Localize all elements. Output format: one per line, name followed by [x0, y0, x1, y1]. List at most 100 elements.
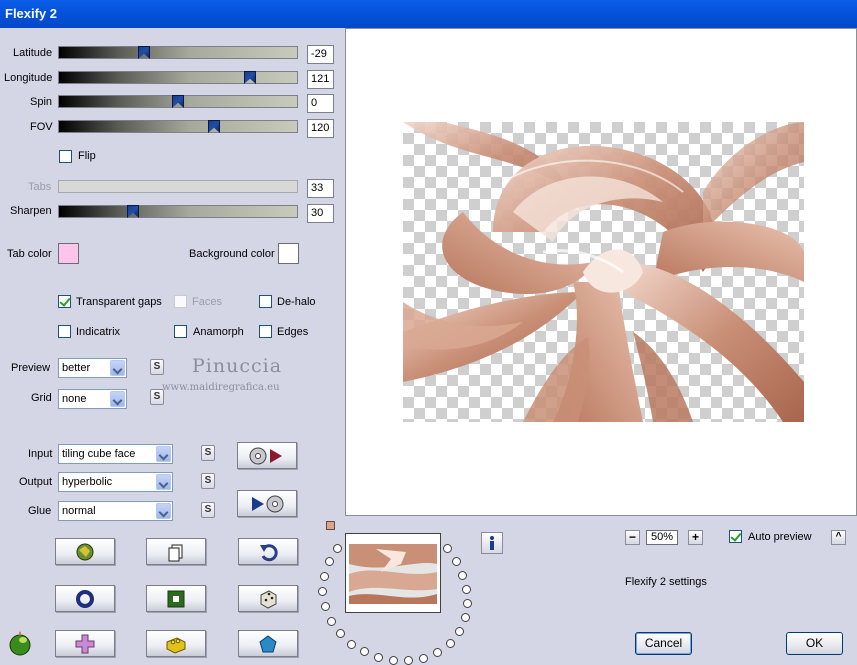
longitude-value[interactable]: 121 — [307, 70, 334, 89]
load-input-button[interactable] — [237, 442, 297, 469]
glue-select[interactable]: normal — [58, 501, 173, 521]
tabs-value[interactable]: 33 — [307, 179, 334, 198]
slider-thumb[interactable] — [244, 71, 256, 84]
sharpen-value[interactable]: 30 — [307, 204, 334, 223]
ring-dot — [389, 656, 398, 665]
preview-s-button[interactable]: S — [150, 359, 164, 375]
save-output-button[interactable] — [237, 490, 297, 517]
slider-thumb[interactable] — [208, 120, 220, 133]
square-frame-icon — [167, 590, 185, 607]
navigator-thumbnail[interactable] — [345, 533, 441, 613]
edges-checkbox[interactable] — [259, 325, 272, 338]
ring-dot — [419, 654, 428, 663]
pear-logo-icon — [9, 631, 31, 656]
undo-icon — [260, 543, 278, 561]
input-label: Input — [28, 448, 53, 460]
glue-s-button[interactable]: S — [201, 502, 215, 518]
ok-button[interactable]: OK — [786, 632, 843, 655]
preview-image — [403, 122, 804, 422]
sharpen-slider[interactable] — [58, 205, 298, 218]
slider-thumb[interactable] — [172, 95, 184, 108]
pentagon-button[interactable] — [238, 630, 298, 657]
anamorph-label: Anamorph — [193, 326, 244, 338]
tab-color-swatch[interactable] — [58, 243, 79, 264]
output-value: hyperbolic — [62, 476, 113, 488]
preview-pane[interactable] — [345, 28, 857, 516]
info-button[interactable] — [481, 532, 503, 554]
brick-button[interactable] — [146, 630, 206, 657]
ring-dot — [360, 647, 369, 656]
transparent-gaps-checkbox[interactable] — [58, 295, 71, 308]
chevron-down-icon[interactable] — [156, 474, 171, 490]
globe-icon — [76, 543, 94, 560]
tabs-label: Tabs — [28, 181, 52, 193]
flip-checkbox[interactable] — [59, 150, 72, 163]
latitude-value[interactable]: -29 — [307, 45, 334, 64]
dice-icon — [260, 589, 277, 609]
latitude-slider[interactable] — [58, 46, 298, 59]
faces-checkbox — [174, 295, 187, 308]
settings-name: Flexify 2 settings — [625, 576, 707, 588]
background-color-label: Background color — [189, 248, 275, 260]
anamorph-checkbox[interactable] — [174, 325, 187, 338]
chevron-down-icon[interactable] — [110, 360, 125, 376]
ring-dot — [333, 544, 342, 553]
glue-value: normal — [62, 505, 96, 517]
chevron-down-icon[interactable] — [110, 391, 125, 407]
indicatrix-label: Indicatrix — [76, 326, 121, 338]
preview-quality-value: better — [62, 362, 91, 374]
randomize-globe-button[interactable] — [55, 538, 115, 565]
square-frame-button[interactable] — [146, 585, 206, 612]
ring-icon — [76, 589, 94, 608]
chevron-down-icon[interactable] — [156, 503, 171, 519]
fov-slider[interactable] — [58, 120, 298, 133]
info-icon — [490, 536, 494, 550]
faces-label: Faces — [192, 296, 222, 308]
fov-value[interactable]: 120 — [307, 119, 334, 138]
spin-slider[interactable] — [58, 95, 298, 108]
flexified-image — [403, 122, 804, 422]
latitude-label: Latitude — [13, 47, 53, 59]
fov-label: FOV — [30, 121, 53, 133]
de-halo-checkbox[interactable] — [259, 295, 272, 308]
thumbnail-image — [346, 534, 440, 612]
auto-preview-checkbox[interactable] — [729, 530, 742, 543]
flaming-pear-logo — [7, 628, 33, 659]
longitude-label: Longitude — [4, 72, 53, 84]
ring-dot — [443, 544, 452, 553]
grid-select[interactable]: none — [58, 389, 127, 409]
output-s-button[interactable]: S — [201, 473, 215, 489]
ring-dot — [446, 639, 455, 648]
longitude-slider[interactable] — [58, 71, 298, 84]
preview-quality-select[interactable]: better — [58, 358, 127, 378]
random-button[interactable] — [238, 585, 298, 612]
expand-button[interactable]: ^ — [831, 530, 846, 545]
background-color-swatch[interactable] — [278, 243, 299, 264]
window-title: Flexify 2 — [5, 6, 58, 21]
slider-thumb[interactable] — [138, 46, 150, 59]
zoom-level: 50% — [646, 530, 678, 545]
zoom-out-button[interactable]: − — [625, 530, 640, 545]
zoom-in-button[interactable]: + — [688, 530, 703, 545]
ring-dot — [374, 653, 383, 662]
output-select[interactable]: hyperbolic — [58, 472, 173, 492]
play-to-disk-icon — [252, 495, 284, 512]
chevron-down-icon[interactable] — [156, 446, 171, 462]
input-value: tiling cube face — [62, 448, 136, 460]
undo-button[interactable] — [238, 538, 298, 565]
spin-value[interactable]: 0 — [307, 94, 334, 113]
copy-button[interactable] — [146, 538, 206, 565]
input-select[interactable]: tiling cube face — [58, 444, 173, 464]
ring-dot — [461, 613, 470, 622]
ring-button[interactable] — [55, 585, 115, 612]
tab-color-label: Tab color — [7, 248, 52, 260]
cross-shape-button[interactable] — [55, 630, 115, 657]
ring-dot — [452, 557, 461, 566]
navigator-handle[interactable] — [326, 521, 335, 530]
slider-thumb[interactable] — [127, 205, 139, 218]
cancel-button[interactable]: Cancel — [635, 632, 692, 655]
input-s-button[interactable]: S — [201, 445, 215, 461]
indicatrix-checkbox[interactable] — [58, 325, 71, 338]
ring-dot — [327, 617, 336, 626]
ring-dot — [458, 571, 467, 580]
